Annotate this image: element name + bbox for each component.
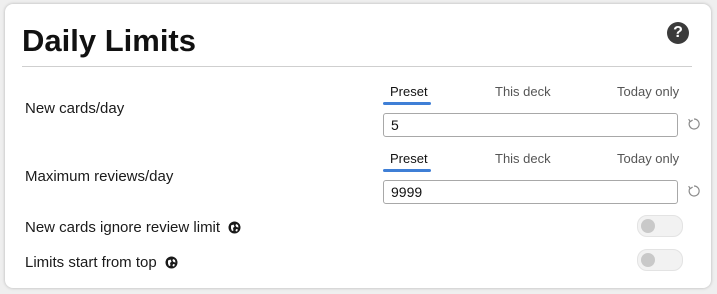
tab-active-indicator (383, 102, 431, 105)
ignore-review-limit-row: New cards ignore review limit (25, 219, 241, 237)
tab-today-only[interactable]: Today only (617, 84, 679, 100)
tab-preset[interactable]: Preset (390, 84, 428, 100)
new-cards-label: New cards/day (25, 100, 125, 117)
tab-today-only[interactable]: Today only (617, 151, 679, 167)
tab-this-deck[interactable]: This deck (495, 84, 551, 100)
max-reviews-tabs: Preset This deck Today only (383, 151, 683, 175)
max-reviews-input[interactable] (383, 180, 678, 204)
toggle-knob (641, 219, 655, 233)
limits-start-from-top-label: Limits start from top (25, 254, 157, 271)
new-cards-tabs: Preset This deck Today only (383, 84, 683, 108)
limits-start-from-top-toggle[interactable] (637, 249, 683, 271)
ignore-review-limit-label: New cards ignore review limit (25, 219, 221, 236)
globe-icon (165, 256, 178, 269)
tab-this-deck[interactable]: This deck (495, 151, 551, 167)
ignore-review-limit-toggle[interactable] (637, 215, 683, 237)
tab-preset[interactable]: Preset (390, 151, 428, 167)
help-icon[interactable]: ? (667, 22, 689, 44)
globe-icon (228, 221, 241, 234)
toggle-knob (641, 253, 655, 267)
revert-icon[interactable] (687, 184, 701, 198)
tab-active-indicator (383, 169, 431, 172)
daily-limits-card: Daily Limits ? New cards/day Preset This… (5, 4, 711, 288)
max-reviews-label: Maximum reviews/day (25, 168, 174, 185)
section-title: Daily Limits (22, 23, 196, 58)
limits-start-from-top-row: Limits start from top (25, 254, 178, 272)
revert-icon[interactable] (687, 117, 701, 131)
new-cards-input[interactable] (383, 113, 678, 137)
title-divider (22, 66, 692, 67)
